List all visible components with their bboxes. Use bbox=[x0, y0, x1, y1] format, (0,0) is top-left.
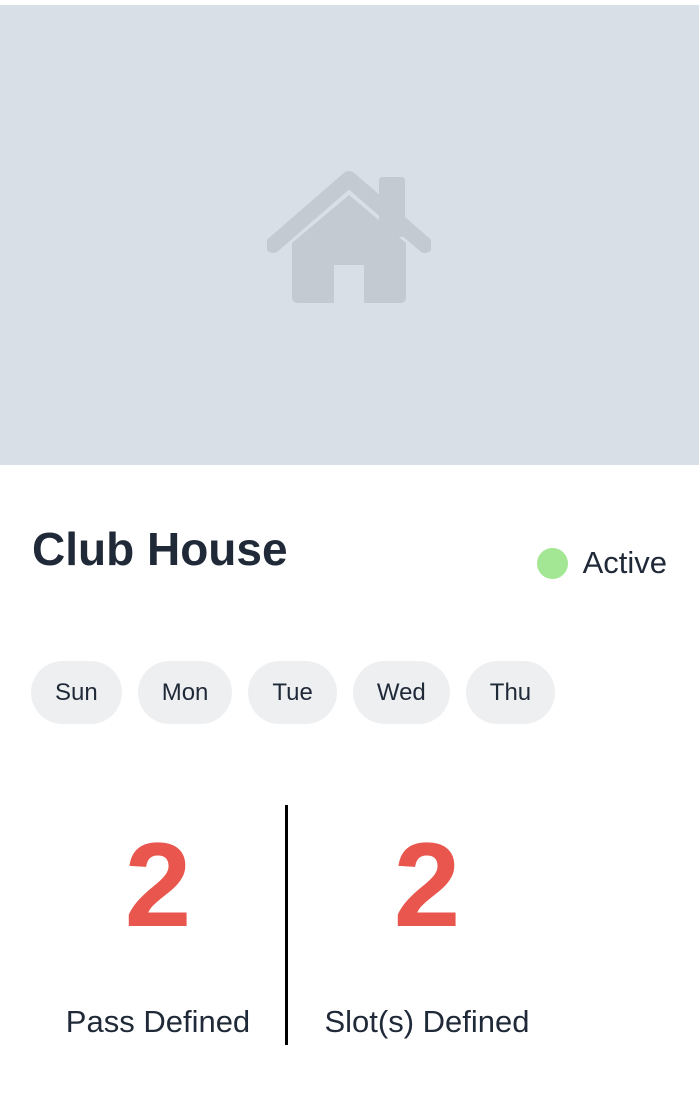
status-label: Active bbox=[582, 545, 667, 580]
day-chip-sun: Sun bbox=[31, 661, 122, 724]
pass-label: Pass Defined bbox=[65, 1004, 251, 1039]
available-days: Sun Mon Tue Wed Thu bbox=[31, 661, 556, 724]
amenity-title: Club House bbox=[32, 523, 288, 575]
pass-count: 2 bbox=[124, 818, 192, 952]
day-chip-thu: Thu bbox=[465, 661, 556, 724]
stats-divider bbox=[285, 805, 288, 1045]
house-icon bbox=[267, 171, 431, 303]
stats-section: 2 Pass Defined 2 Slot(s) Defined bbox=[0, 805, 699, 1045]
image-placeholder bbox=[0, 5, 699, 465]
pass-defined-stat: 2 Pass Defined bbox=[28, 805, 288, 1041]
day-chip-tue: Tue bbox=[248, 661, 337, 724]
slot-label: Slot(s) Defined bbox=[324, 1004, 530, 1039]
day-chip-wed: Wed bbox=[352, 661, 450, 724]
day-chip-mon: Mon bbox=[137, 661, 233, 724]
slots-defined-stat: 2 Slot(s) Defined bbox=[297, 805, 557, 1041]
status-indicator: Active bbox=[536, 544, 667, 582]
slot-count: 2 bbox=[393, 818, 461, 952]
amenity-card[interactable]: Club House Active Sun Mon Tue Wed Thu 2 … bbox=[0, 0, 699, 1099]
status-dot-icon bbox=[536, 547, 568, 579]
